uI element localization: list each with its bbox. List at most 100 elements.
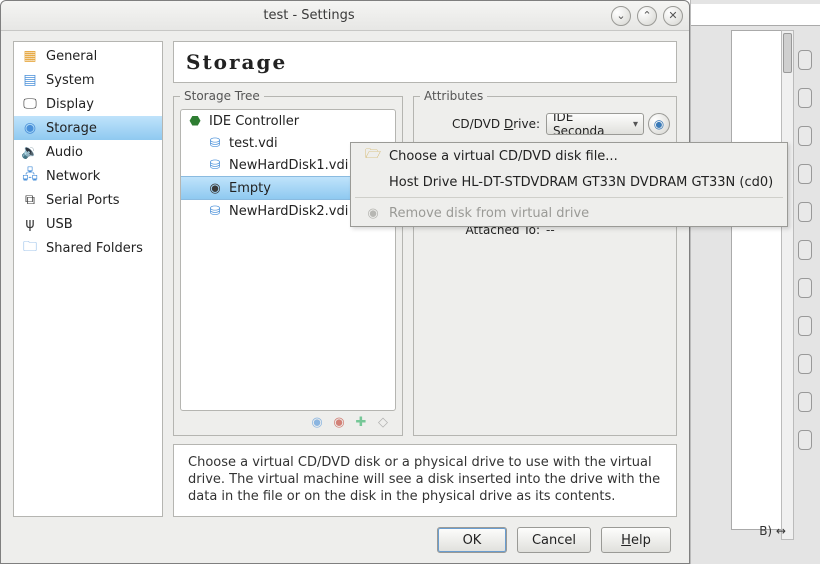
sidebar-item-usb[interactable]: ψ USB [14,212,162,236]
background-application: B) ↔ [690,0,820,564]
ok-button[interactable]: OK [437,527,507,553]
bg-handle[interactable] [798,430,812,450]
settings-dialog: test - Settings ⌄ ⌃ ✕ ▦ General ▤ System [0,0,690,564]
harddisk-icon: ⛁ [207,203,223,219]
help-description: Choose a virtual CD/DVD disk or a physic… [173,444,677,517]
choose-disk-button[interactable]: ◉ [648,113,670,135]
sidebar-item-label: USB [46,217,73,232]
harddisk-icon: ⛁ [207,135,223,151]
attr-row-drive: CD/DVD Drive: IDE Seconda ◉ [420,109,670,139]
sidebar-item-storage[interactable]: ◉ Storage [14,116,162,140]
titlebar[interactable]: test - Settings ⌄ ⌃ ✕ [1,1,689,31]
dialog-buttons: OK Cancel Help [1,517,689,563]
page-title: Storage [186,50,664,74]
usb-icon: ψ [22,216,38,232]
chevron-down-icon: ⌄ [616,9,625,22]
drive-select-value: IDE Seconda [553,113,625,135]
sidebar-item-serial-ports[interactable]: ⧉ Serial Ports [14,188,162,212]
display-icon: 🖵 [22,96,38,112]
tree-device-label: NewHardDisk1.vdi [229,158,348,173]
bg-handle[interactable] [798,126,812,146]
cd-icon: ◉ [654,117,664,131]
attributes-legend: Attributes [420,89,487,103]
bg-handle[interactable] [798,202,812,222]
drive-select[interactable]: IDE Seconda [546,113,644,135]
scrollbar-thumb[interactable] [783,33,793,73]
serial-icon: ⧉ [22,192,38,208]
sidebar-item-network[interactable]: 🖧 Network [14,164,162,188]
sidebar-item-system[interactable]: ▤ System [14,68,162,92]
storage-tree-legend: Storage Tree [180,89,264,103]
popup-item-label: Choose a virtual CD/DVD disk file... [389,149,618,164]
sidebar-item-display[interactable]: 🖵 Display [14,92,162,116]
controller-icon: ⬣ [187,113,203,129]
tree-controller-label: IDE Controller [209,114,299,129]
popup-host-drive[interactable]: Host Drive HL-DT-STDVDRAM GT33N DVDRAM G… [351,169,787,195]
sidebar-item-label: System [46,73,94,88]
remove-controller-button[interactable]: ◉ [330,413,348,431]
bg-handle[interactable] [798,88,812,108]
remove-attachment-button[interactable]: ◇ [374,413,392,431]
bg-handle[interactable] [798,392,812,412]
popup-separator [355,197,783,198]
sidebar-item-label: Display [46,97,94,112]
cancel-button[interactable]: Cancel [517,527,591,553]
chip-icon: ▤ [22,72,38,88]
sidebar-item-audio[interactable]: 🔉 Audio [14,140,162,164]
tree-toolbar: ◉ ◉ ✚ ◇ [180,411,396,433]
close-icon: ✕ [668,9,677,22]
speaker-icon: 🔉 [22,144,38,160]
bg-status: B) ↔ [759,524,786,538]
bg-handle[interactable] [798,316,812,336]
general-icon: ▦ [22,48,38,64]
popup-choose-disk-file[interactable]: 🗁 Choose a virtual CD/DVD disk file... [351,143,787,169]
sidebar-item-label: Network [46,169,100,184]
folder-icon: 🗀 [22,240,38,256]
popup-remove-disk: ◉ Remove disk from virtual drive [351,200,787,226]
tree-controller-row[interactable]: ⬣ IDE Controller [181,110,395,132]
window-minimize-button[interactable]: ⌄ [611,6,631,26]
chevron-up-icon: ⌃ [642,9,651,22]
network-icon: 🖧 [22,168,38,184]
harddisk-icon: ⛁ [207,157,223,173]
bg-handle[interactable] [798,278,812,298]
sidebar-item-label: Shared Folders [46,241,143,256]
remove-controller-icon: ◉ [333,415,344,430]
window-close-button[interactable]: ✕ [663,6,683,26]
sidebar-item-label: Serial Ports [46,193,119,208]
main-panel: Storage Storage Tree ⬣ IDE Controller ⛁ … [173,41,677,517]
help-button[interactable]: Help [601,527,671,553]
popup-item-label: Host Drive HL-DT-STDVDRAM GT33N DVDRAM G… [389,175,773,190]
bg-handle[interactable] [798,240,812,260]
tree-device-label: NewHardDisk2.vdi [229,204,348,219]
tree-device-label: test.vdi [229,136,278,151]
add-controller-button[interactable]: ◉ [308,413,326,431]
bg-handle[interactable] [798,50,812,70]
cd-icon: ◉ [207,180,223,196]
window-maximize-button[interactable]: ⌃ [637,6,657,26]
disc-icon: ◉ [22,120,38,136]
disk-popup-menu: 🗁 Choose a virtual CD/DVD disk file... H… [350,142,788,227]
sidebar-item-label: General [46,49,97,64]
folder-open-icon: 🗁 [365,148,381,164]
background-scrollbar[interactable] [781,30,794,540]
bg-handle[interactable] [798,354,812,374]
ruler [691,4,820,26]
plus-icon: ✚ [356,415,367,430]
window-title: test - Settings [7,8,611,23]
add-attachment-button[interactable]: ✚ [352,413,370,431]
add-controller-icon: ◉ [311,415,322,430]
cd-remove-icon: ◉ [365,205,381,221]
tree-device-label: Empty [229,181,271,196]
sidebar-item-label: Audio [46,145,83,160]
diamond-icon: ◇ [378,415,388,430]
page-title-box: Storage [173,41,677,83]
sidebar-item-shared-folders[interactable]: 🗀 Shared Folders [14,236,162,260]
settings-sidebar: ▦ General ▤ System 🖵 Display ◉ Storage 🔉… [13,41,163,517]
sidebar-item-general[interactable]: ▦ General [14,44,162,68]
drive-label: CD/DVD Drive: [420,117,540,131]
popup-item-label: Remove disk from virtual drive [389,206,589,221]
bg-handle[interactable] [798,164,812,184]
sidebar-item-label: Storage [46,121,97,136]
blank-icon [365,174,381,190]
